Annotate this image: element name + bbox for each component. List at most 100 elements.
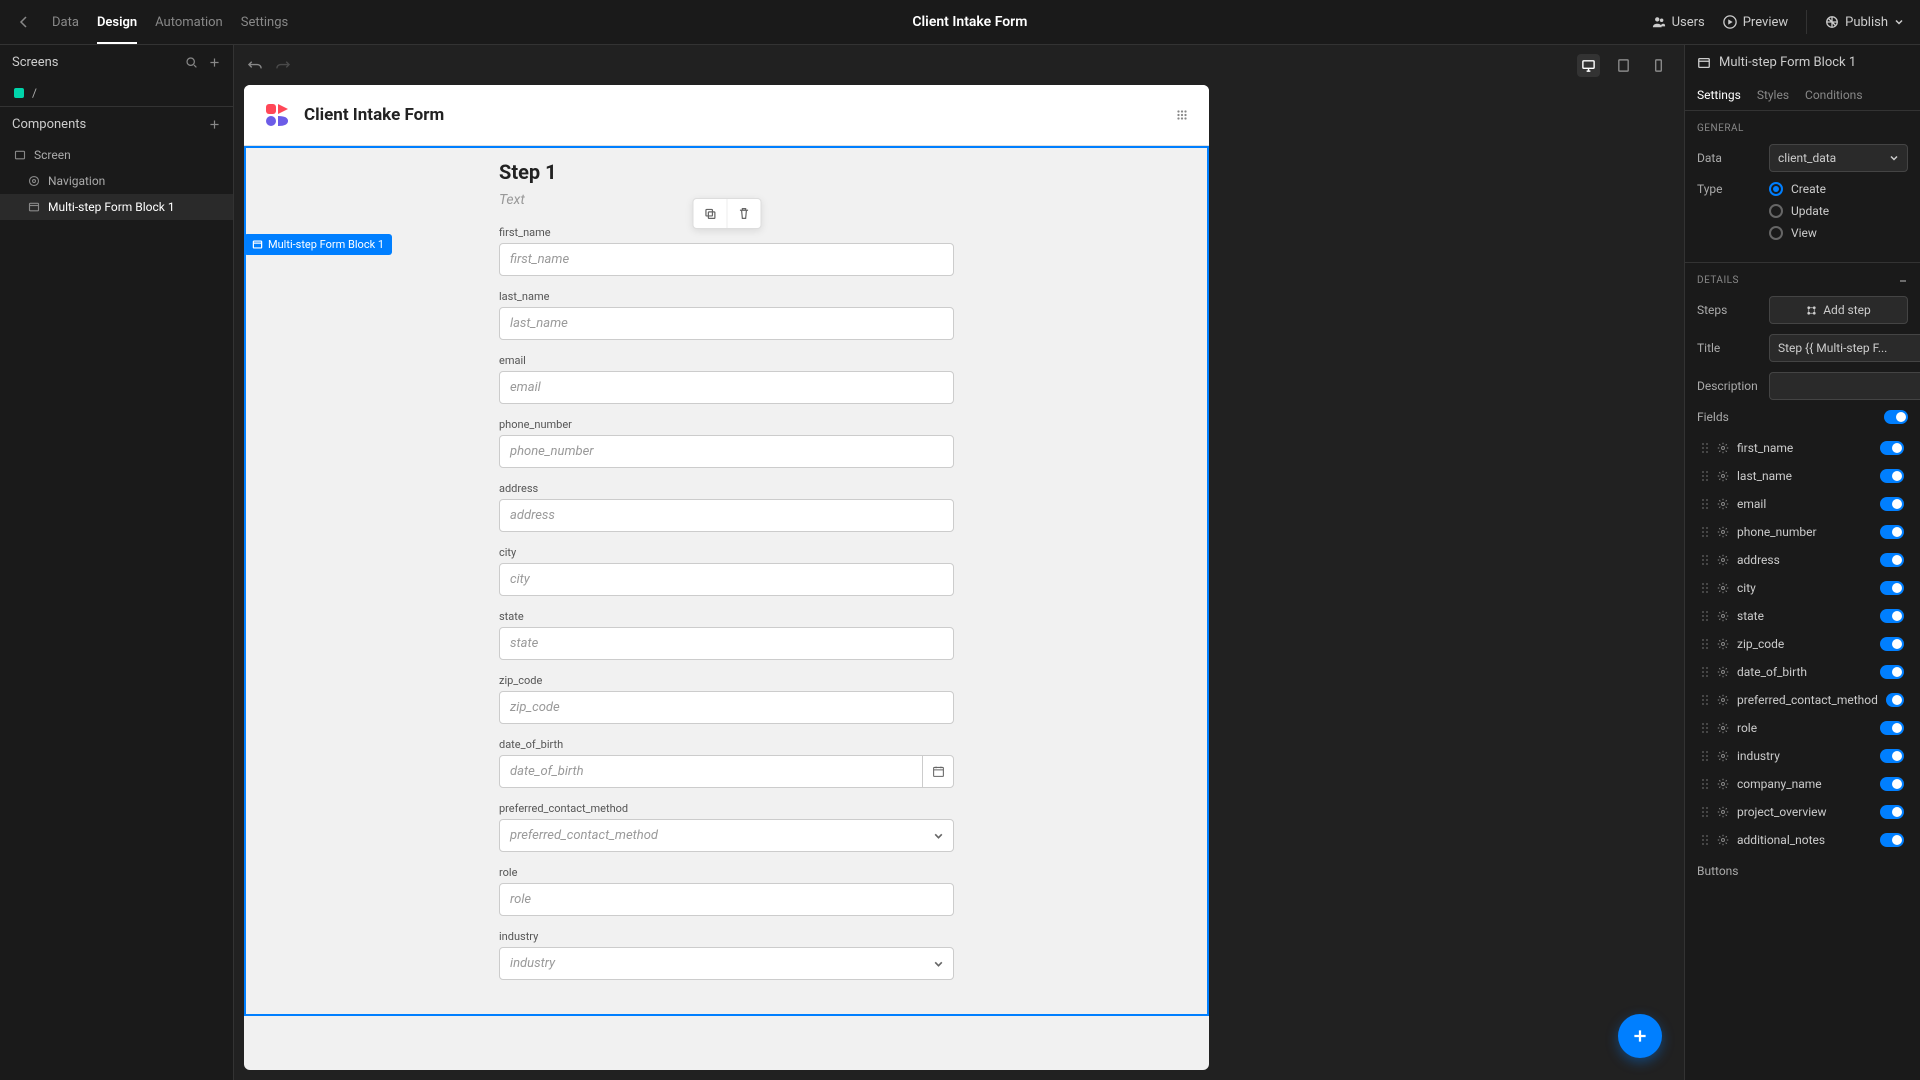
gear-icon[interactable] (1717, 470, 1729, 482)
calendar-icon[interactable] (922, 755, 954, 788)
users-button[interactable]: Users (1652, 15, 1705, 30)
add-component-fab[interactable] (1618, 1014, 1662, 1058)
rp-tab-settings[interactable]: Settings (1697, 80, 1741, 110)
field-toggle[interactable] (1880, 497, 1904, 511)
screen-root-item[interactable]: / (0, 80, 233, 106)
collapse-icon[interactable] (1898, 276, 1908, 286)
field-input[interactable]: phone_number (499, 435, 954, 468)
top-tab-settings[interactable]: Settings (241, 1, 288, 44)
drag-icon[interactable] (1701, 750, 1709, 762)
field-input[interactable]: date_of_birth (499, 755, 954, 788)
back-arrow-icon[interactable] (16, 14, 32, 30)
tree-item-navigation[interactable]: Navigation (0, 168, 233, 194)
add-screen-icon[interactable] (208, 56, 221, 69)
gear-icon[interactable] (1717, 694, 1729, 706)
form-field-city[interactable]: citycity (499, 546, 954, 596)
drag-icon[interactable] (1701, 694, 1709, 706)
field-input[interactable]: preferred_contact_method (499, 819, 954, 852)
form-field-role[interactable]: rolerole (499, 866, 954, 916)
field-input[interactable]: address (499, 499, 954, 532)
tree-item-multi-step-form-block-1[interactable]: Multi-step Form Block 1 (0, 194, 233, 220)
preview-button[interactable]: Preview (1723, 15, 1788, 30)
chevron-down-icon[interactable] (933, 958, 944, 969)
canvas-page[interactable]: Client Intake Form Multi-step Form Block… (244, 85, 1209, 1070)
form-field-date_of_birth[interactable]: date_of_birthdate_of_birth (499, 738, 954, 788)
field-toggle[interactable] (1880, 665, 1904, 679)
top-tab-data[interactable]: Data (52, 1, 79, 44)
field-list-item-date_of_birth[interactable]: date_of_birth (1697, 658, 1908, 686)
top-tab-automation[interactable]: Automation (155, 1, 223, 44)
field-list-item-state[interactable]: state (1697, 602, 1908, 630)
form-field-industry[interactable]: industryindustry (499, 930, 954, 980)
field-list-item-phone_number[interactable]: phone_number (1697, 518, 1908, 546)
field-list-item-email[interactable]: email (1697, 490, 1908, 518)
drag-icon[interactable] (1701, 470, 1709, 482)
form-field-first_name[interactable]: first_namefirst_name (499, 226, 954, 276)
tablet-device-icon[interactable] (1612, 54, 1635, 77)
field-toggle[interactable] (1880, 469, 1904, 483)
field-toggle[interactable] (1880, 441, 1904, 455)
drag-icon[interactable] (1701, 834, 1709, 846)
form-field-preferred_contact_method[interactable]: preferred_contact_methodpreferred_contac… (499, 802, 954, 852)
gear-icon[interactable] (1717, 666, 1729, 678)
drag-icon[interactable] (1701, 526, 1709, 538)
form-field-email[interactable]: emailemail (499, 354, 954, 404)
redo-icon[interactable] (275, 58, 290, 73)
field-input[interactable]: email (499, 371, 954, 404)
delete-icon[interactable] (727, 199, 760, 228)
gear-icon[interactable] (1717, 750, 1729, 762)
drag-icon[interactable] (1701, 778, 1709, 790)
field-input[interactable]: state (499, 627, 954, 660)
field-list-item-industry[interactable]: industry (1697, 742, 1908, 770)
title-input[interactable] (1769, 334, 1920, 362)
gear-icon[interactable] (1717, 638, 1729, 650)
search-icon[interactable] (185, 56, 198, 69)
block-chip[interactable]: Multi-step Form Block 1 (244, 234, 392, 255)
drag-icon[interactable] (1701, 442, 1709, 454)
drag-icon[interactable] (1701, 806, 1709, 818)
gear-icon[interactable] (1717, 778, 1729, 790)
field-input[interactable]: city (499, 563, 954, 596)
duplicate-icon[interactable] (693, 199, 727, 228)
rp-tab-conditions[interactable]: Conditions (1805, 80, 1862, 110)
drag-icon[interactable] (1701, 666, 1709, 678)
gear-icon[interactable] (1717, 806, 1729, 818)
field-list-item-preferred_contact_method[interactable]: preferred_contact_method (1697, 686, 1908, 714)
gear-icon[interactable] (1717, 554, 1729, 566)
gear-icon[interactable] (1717, 834, 1729, 846)
drag-icon[interactable] (1701, 638, 1709, 650)
field-input[interactable]: industry (499, 947, 954, 980)
field-input[interactable]: zip_code (499, 691, 954, 724)
form-field-phone_number[interactable]: phone_numberphone_number (499, 418, 954, 468)
field-list-item-city[interactable]: city (1697, 574, 1908, 602)
form-field-state[interactable]: statestate (499, 610, 954, 660)
type-radio-update[interactable]: Update (1769, 204, 1908, 218)
field-toggle[interactable] (1880, 637, 1904, 651)
drag-icon[interactable] (1701, 722, 1709, 734)
fields-toggle[interactable] (1884, 410, 1908, 424)
field-toggle[interactable] (1880, 525, 1904, 539)
field-toggle[interactable] (1880, 805, 1904, 819)
field-toggle[interactable] (1880, 609, 1904, 623)
field-toggle[interactable] (1880, 721, 1904, 735)
gear-icon[interactable] (1717, 442, 1729, 454)
field-list-item-first_name[interactable]: first_name (1697, 434, 1908, 462)
gear-icon[interactable] (1717, 582, 1729, 594)
add-step-button[interactable]: Add step (1769, 296, 1908, 324)
field-input[interactable]: first_name (499, 243, 954, 276)
undo-icon[interactable] (248, 58, 263, 73)
field-list-item-company_name[interactable]: company_name (1697, 770, 1908, 798)
gear-icon[interactable] (1717, 526, 1729, 538)
drag-icon[interactable] (1701, 554, 1709, 566)
field-input[interactable]: last_name (499, 307, 954, 340)
type-radio-create[interactable]: Create (1769, 182, 1908, 196)
drag-icon[interactable] (1701, 582, 1709, 594)
field-list-item-additional_notes[interactable]: additional_notes (1697, 826, 1908, 854)
tree-item-screen[interactable]: Screen (0, 142, 233, 168)
field-list-item-role[interactable]: role (1697, 714, 1908, 742)
desktop-device-icon[interactable] (1577, 54, 1600, 77)
field-list-item-last_name[interactable]: last_name (1697, 462, 1908, 490)
mobile-device-icon[interactable] (1647, 54, 1670, 77)
form-field-zip_code[interactable]: zip_codezip_code (499, 674, 954, 724)
add-component-icon[interactable] (208, 118, 221, 131)
